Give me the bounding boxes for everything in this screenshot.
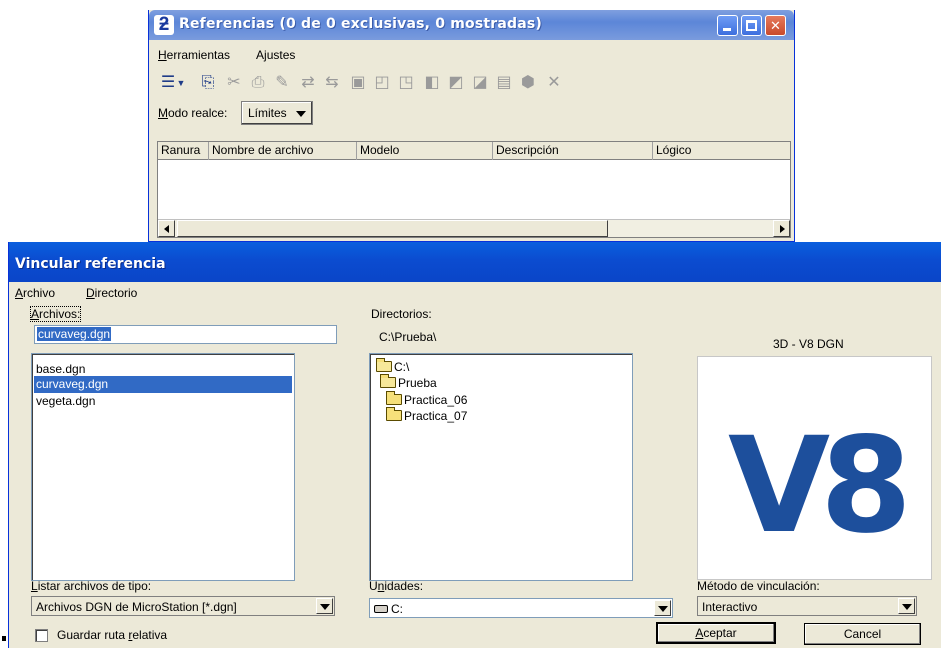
preview-caption: 3D - V8 DGN xyxy=(773,337,844,351)
column-modelo[interactable]: Modelo xyxy=(357,142,493,160)
current-path: C:\Prueba\ xyxy=(379,330,437,344)
mode-value: Límites xyxy=(248,106,287,120)
mode-select[interactable]: Límites xyxy=(241,101,313,125)
attach-reference-dialog: Vincular referencia Archivo Directorio A… xyxy=(8,242,941,648)
units-value: C: xyxy=(374,602,403,616)
relative-path-checkbox[interactable] xyxy=(35,629,48,642)
relative-path-label: Guardar ruta relativa xyxy=(57,628,168,642)
arrow-left-icon xyxy=(164,225,169,233)
references-window: ƻ Referencias (0 de 0 exclusivas, 0 most… xyxy=(148,10,795,242)
attach-method-select[interactable]: Interactivo xyxy=(697,596,917,616)
tools-icon[interactable]: ✕ xyxy=(543,72,565,94)
accept-button[interactable]: Aceptar xyxy=(656,622,776,644)
maximize-icon xyxy=(746,20,757,31)
move-icon[interactable]: ⇆ xyxy=(321,72,343,94)
folder-icon xyxy=(386,391,402,405)
list-item-selected[interactable]: curvaveg.dgn xyxy=(34,376,292,393)
directory-item[interactable]: Prueba xyxy=(380,374,437,391)
directories-label: Directorios: xyxy=(371,307,432,321)
chevron-down-icon xyxy=(320,604,330,610)
reload-icon[interactable]: ⎙ xyxy=(247,72,269,94)
column-ranura[interactable]: Ranura xyxy=(158,142,209,160)
chevron-down-icon[interactable]: ▼ xyxy=(175,72,187,94)
references-titlebar[interactable]: ƻ Referencias (0 de 0 exclusivas, 0 most… xyxy=(149,10,794,40)
horizontal-scrollbar[interactable] xyxy=(158,219,790,237)
file-type-value: Archivos DGN de MicroStation [*.dgn] xyxy=(36,600,237,614)
file-type-dropdown-button[interactable] xyxy=(316,598,333,614)
files-label: Archivos: xyxy=(29,306,82,322)
column-nombre-archivo[interactable]: Nombre de archivo xyxy=(209,142,357,160)
v8-logo: V8 xyxy=(728,409,914,563)
attach-method-label: Método de vinculación: xyxy=(697,579,820,593)
references-toolbar: ☰ ▼ ⎘ ✂ ⎙ ✎ ⇄ ⇆ ▣ ◰ ◳ ◧ ◩ ◪ ▤ ⬢ ✕ xyxy=(155,70,715,98)
maximize-button[interactable] xyxy=(741,15,762,36)
rotate-icon[interactable]: ◳ xyxy=(395,72,417,94)
file-type-label: Listar archivos de tipo: xyxy=(31,579,152,593)
scroll-right-button[interactable] xyxy=(773,220,790,237)
files-list[interactable]: base.dgn curvaveg.dgn vegeta.dgn xyxy=(31,353,295,581)
directory-item[interactable]: C:\ xyxy=(376,358,409,375)
attach-method-value: Interactivo xyxy=(702,600,758,614)
cancel-button[interactable]: Cancel xyxy=(804,623,921,645)
arrow-right-icon xyxy=(780,225,785,233)
units-label: Unidades: xyxy=(369,579,424,593)
copy-icon[interactable]: ▣ xyxy=(347,72,369,94)
chevron-down-icon xyxy=(658,606,668,612)
open-folder-icon xyxy=(380,374,396,388)
3d-icon[interactable]: ⬢ xyxy=(517,72,539,94)
chevron-down-icon xyxy=(902,604,912,610)
attach-dialog-titlebar[interactable]: Vincular referencia xyxy=(9,242,941,282)
column-descripcion[interactable]: Descripción xyxy=(493,142,653,160)
attach-method-dropdown-button[interactable] xyxy=(898,598,915,614)
detach-icon[interactable]: ✂ xyxy=(223,72,245,94)
references-title: Referencias (0 de 0 exclusivas, 0 mostra… xyxy=(179,16,543,32)
units-select[interactable]: C: xyxy=(369,598,673,618)
mode-label: Modo realce: xyxy=(158,106,228,120)
directory-item[interactable]: Practica_06 xyxy=(386,391,467,408)
directory-item[interactable]: Practica_07 xyxy=(386,407,467,424)
chevron-down-icon xyxy=(296,111,306,117)
folder-icon xyxy=(386,407,402,421)
column-logico[interactable]: Lógico xyxy=(653,142,790,160)
preview-box: V8 xyxy=(697,356,932,580)
hilite-icon[interactable]: ⇄ xyxy=(297,72,319,94)
minimize-button[interactable] xyxy=(717,15,738,36)
menu-ajustes[interactable]: Ajustes xyxy=(256,48,295,62)
clip-icon[interactable]: ◩ xyxy=(445,72,467,94)
v8-logo-text: V8 xyxy=(728,409,904,563)
attach-reference-icon[interactable]: ⎘ xyxy=(197,72,219,94)
units-dropdown-button[interactable] xyxy=(654,600,671,616)
menu-archivo[interactable]: Archivo xyxy=(15,286,55,300)
references-table: Ranura Nombre de archivo Modelo Descripc… xyxy=(157,141,791,238)
attach-dialog-title: Vincular referencia xyxy=(15,256,166,272)
corner-mark xyxy=(2,636,6,641)
menu-directorio[interactable]: Directorio xyxy=(86,286,137,300)
minimize-icon xyxy=(723,28,731,31)
directories-list[interactable]: C:\ Prueba Practica_06 Practica_07 xyxy=(369,353,633,581)
references-table-header: Ranura Nombre de archivo Modelo Descripc… xyxy=(158,142,790,160)
mask-icon[interactable]: ◪ xyxy=(469,72,491,94)
close-button[interactable]: ✕ xyxy=(765,15,786,36)
file-name-input[interactable]: curvaveg.dgn xyxy=(34,325,337,344)
microstation-icon: ƻ xyxy=(154,15,174,35)
file-type-select[interactable]: Archivos DGN de MicroStation [*.dgn] xyxy=(31,596,335,616)
drive-icon xyxy=(374,605,388,613)
mirror-icon[interactable]: ◧ xyxy=(421,72,443,94)
delete-clip-icon[interactable]: ▤ xyxy=(493,72,515,94)
menu-herramientas[interactable]: Herramientas xyxy=(158,48,230,62)
close-icon: ✕ xyxy=(770,18,781,33)
file-name-value: curvaveg.dgn xyxy=(37,327,112,341)
scroll-left-button[interactable] xyxy=(158,220,175,237)
open-folder-icon xyxy=(376,358,392,372)
edit-icon[interactable]: ✎ xyxy=(271,72,293,94)
scale-icon[interactable]: ◰ xyxy=(371,72,393,94)
list-item[interactable]: vegeta.dgn xyxy=(34,393,292,410)
scroll-thumb[interactable] xyxy=(177,220,608,237)
